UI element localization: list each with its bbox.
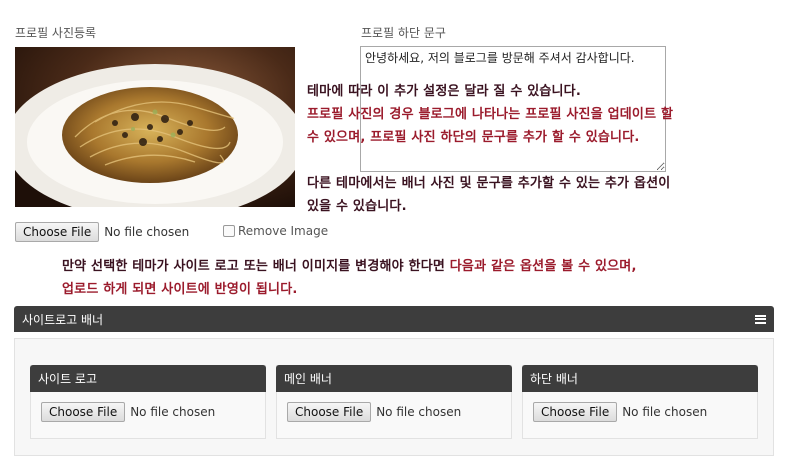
bottom-banner-choose-file-button[interactable]: Choose File [533,402,618,422]
bottom-banner-title: 하단 배너 [522,365,758,392]
annotation-other-themes: 다른 테마에서는 배너 사진 및 문구를 추가할 수 있는 추가 옵션이 있을 … [307,172,727,218]
annotation-site-logo: 만약 선택한 테마가 사이트 로고 또는 배너 이미지를 변경해야 한다면 다음… [62,255,762,301]
remove-image-option[interactable]: Remove Image [223,224,328,238]
remove-image-label: Remove Image [238,224,329,238]
site-logo-choose-file-button[interactable]: Choose File [41,402,126,422]
site-logo-title: 사이트 로고 [30,365,266,392]
annotation-theme-line1: 테마에 따라 이 추가 설정은 달라 질 수 있습니다. [307,84,581,99]
bottom-banner-section: 하단 배너 Choose File No file chosen [522,365,758,439]
remove-image-checkbox[interactable] [223,225,235,237]
bottom-banner-file-input[interactable]: Choose File No file chosen [523,392,757,422]
annotation-site-line2: 업로드 하게 되면 사이트에 반영이 됩니다. [62,282,298,297]
site-panel-title: 사이트로고 배너 [22,312,104,327]
main-banner-title: 메인 배너 [276,365,512,392]
site-panel-body: 사이트 로고 Choose File No file chosen 메인 배너 … [14,338,774,456]
site-logo-no-file-text: No file chosen [130,405,216,419]
main-banner-file-input[interactable]: Choose File No file chosen [277,392,511,422]
menu-icon[interactable] [755,314,766,324]
main-banner-choose-file-button[interactable]: Choose File [287,402,372,422]
annotation-site-line1-dark: 만약 선택한 테마가 사이트 로고 또는 배너 이미지를 변경해야 한다면 [62,259,450,274]
site-panel-header: 사이트로고 배너 [14,306,774,332]
site-logo-file-input[interactable]: Choose File No file chosen [31,392,265,422]
bottom-banner-no-file-text: No file chosen [622,405,708,419]
profile-file-input[interactable]: Choose File No file chosen [15,222,189,242]
footer-label: 프로필 하단 문구 [361,26,446,40]
annotation-other-line2: 있을 수 있습니다. [307,199,407,214]
profile-photo [15,47,295,207]
site-logo-section: 사이트 로고 Choose File No file chosen [30,365,266,439]
annotation-other-line1: 다른 테마에서는 배너 사진 및 문구를 추가할 수 있는 추가 옵션이 [307,176,671,191]
annotation-theme: 테마에 따라 이 추가 설정은 달라 질 수 있습니다. 프로필 사진의 경우 … [307,80,727,149]
profile-no-file-text: No file chosen [104,225,190,239]
main-banner-section: 메인 배너 Choose File No file chosen [276,365,512,439]
photo-label: 프로필 사진등록 [15,26,97,40]
main-banner-no-file-text: No file chosen [376,405,462,419]
annotation-site-line1-red: 다음과 같은 옵션을 볼 수 있으며, [449,259,637,274]
annotation-theme-line3: 수 있으며, 프로필 사진 하단의 문구를 추가 할 수 있습니다. [307,130,640,145]
profile-choose-file-button[interactable]: Choose File [15,222,100,242]
annotation-theme-line2: 프로필 사진의 경우 블로그에 나타나는 프로필 사진을 업데이트 할 [307,107,674,122]
